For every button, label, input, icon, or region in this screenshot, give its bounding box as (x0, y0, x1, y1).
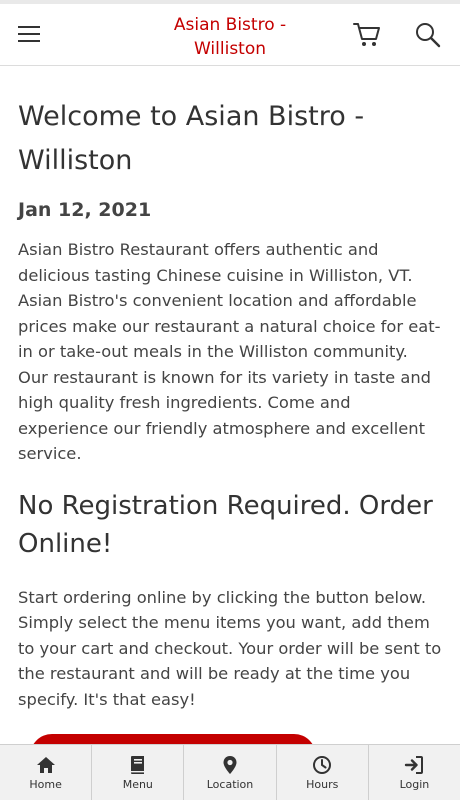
nav-tab-location[interactable]: Location (184, 745, 277, 800)
nav-tab-hours[interactable]: Hours (277, 745, 369, 800)
book-icon (130, 755, 144, 774)
nav-tab-login[interactable]: Login (369, 745, 460, 800)
home-icon (36, 756, 55, 773)
section-title: No Registration Required. Order Online! (18, 490, 433, 559)
nav-label-home: Home (29, 777, 62, 791)
instructions-paragraph: Start ordering online by clicking the bu… (18, 587, 442, 709)
page-title: Welcome to Asian Bistro - Williston (18, 101, 365, 176)
map-pin-icon (223, 755, 237, 774)
search-icon[interactable] (414, 21, 442, 49)
hamburger-menu-icon[interactable] (18, 22, 44, 48)
top-navbar: Asian Bistro - Williston (0, 4, 460, 66)
nav-tab-home[interactable]: Home (0, 745, 93, 800)
bottom-navigation: Home Menu Location Hours Login (0, 744, 460, 800)
brand-line-1: Asian Bistro - (173, 15, 287, 35)
sign-in-icon (405, 755, 424, 774)
main-content: Welcome to Asian Bistro - Williston Jan … (18, 95, 442, 712)
cart-icon[interactable] (352, 21, 382, 49)
nav-label-location: Location (206, 777, 254, 791)
post-date: Jan 12, 2021 (18, 199, 152, 221)
intro-paragraph: Asian Bistro Restaurant offers authentic… (18, 240, 441, 463)
clock-icon (313, 755, 332, 774)
nav-label-menu: Menu (122, 777, 153, 791)
restaurant-brand-link[interactable]: Asian Bistro - Williston (150, 13, 310, 61)
brand-line-2: Williston (193, 39, 267, 59)
nav-label-login: Login (399, 777, 430, 791)
nav-tab-menu[interactable]: Menu (92, 745, 185, 800)
nav-label-hours: Hours (306, 777, 339, 791)
